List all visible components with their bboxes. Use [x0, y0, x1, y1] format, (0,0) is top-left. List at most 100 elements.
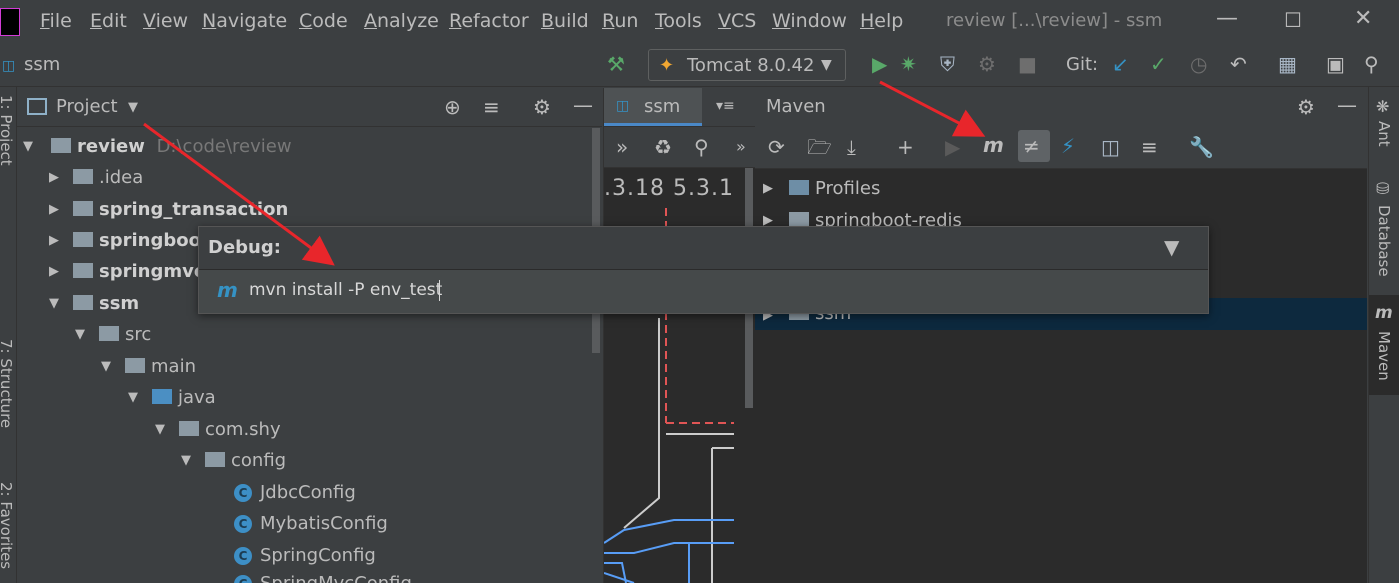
project-breadcrumb[interactable]: ssm — [24, 54, 60, 75]
expanded-arrow-icon: ▼ — [23, 139, 33, 154]
structure-tool-tab[interactable]: 7: Structure — [0, 339, 15, 428]
coverage-icon[interactable]: ⛨ — [940, 53, 955, 75]
gear-icon[interactable]: ⚙ — [1297, 96, 1315, 118]
chevron-down-icon[interactable]: ▼ — [128, 100, 138, 115]
project-view-title[interactable]: Project — [56, 96, 118, 117]
run-icon[interactable]: ▶ — [872, 53, 887, 75]
menu-file[interactable]: File — [40, 10, 72, 32]
debug-run-anything-popup: Debug: ▼ m mvn install -P env_test — [198, 226, 1209, 314]
execute-maven-goal-icon[interactable]: m — [983, 134, 1004, 156]
package-icon — [179, 420, 199, 436]
toggle-offline-button[interactable]: ≠ — [1018, 130, 1050, 162]
skip-tests-icon[interactable]: ⚡ — [1061, 135, 1075, 157]
class-icon: C — [234, 547, 252, 565]
text-cursor — [439, 280, 440, 301]
popup-title: Debug: — [208, 237, 281, 258]
maven-icon: m — [1375, 303, 1393, 323]
stop-icon[interactable]: ■ — [1018, 53, 1037, 75]
expanded-arrow-icon: ▼ — [181, 453, 191, 468]
popup-header: Debug: ▼ — [199, 227, 1208, 270]
download-icon[interactable]: ⤓ — [847, 136, 856, 158]
menu-tools[interactable]: Tools — [655, 10, 702, 32]
build-hammer-icon[interactable]: ⚒ — [607, 53, 625, 75]
hide-panel-icon[interactable]: — — [573, 94, 593, 116]
folder-icon — [73, 262, 93, 278]
maven-toolbar: ⟳ 🗁 ⤓ + ▶ m ≠ ⚡ ◫ ≡ 🔧 — [755, 126, 1367, 169]
find-icon[interactable]: ⚲ — [694, 136, 709, 158]
menu-analyze[interactable]: Analyze — [364, 10, 439, 32]
presentation-icon[interactable]: ▣ — [1326, 53, 1345, 75]
locate-target-icon[interactable]: ⊕ — [444, 96, 461, 118]
folder-icon — [125, 357, 145, 373]
generate-sources-icon[interactable]: 🗁 — [807, 136, 832, 158]
collapse-all-icon[interactable]: ≡ — [483, 96, 500, 118]
folder-icon — [73, 231, 93, 247]
project-view-icon — [27, 98, 47, 115]
project-panel: Project ▼ ⊕ ≡ ⚙ — ▼ review D:\code\revie… — [17, 88, 602, 583]
maven-icon: m — [217, 278, 238, 302]
profile-icon[interactable]: ⚙ — [978, 53, 996, 75]
collapsed-arrow-icon: ▶ — [49, 233, 59, 248]
maven-panel-title: Maven — [766, 96, 826, 117]
ant-tool-tab[interactable]: Ant — [1375, 121, 1393, 147]
git-commit-icon[interactable]: ✓ — [1150, 53, 1167, 75]
menu-refactor[interactable]: Refactor — [449, 10, 529, 32]
tab-list-icon[interactable]: ▾≡ — [716, 98, 735, 114]
menu-help[interactable]: Help — [860, 10, 903, 32]
maven-tool-tab-active[interactable]: m Maven — [1369, 295, 1399, 395]
project-tool-tab[interactable]: 1: Project — [0, 95, 15, 166]
branch-icon[interactable]: ♻ — [654, 136, 672, 158]
tree-row[interactable]: C MybatisConfig — [234, 513, 388, 534]
package-icon — [205, 451, 225, 467]
maven-module-icon — [789, 211, 809, 227]
offline-icon: ≠ — [1023, 134, 1040, 158]
menu-navigate[interactable]: Navigate — [202, 10, 287, 32]
menu-build[interactable]: Build — [541, 10, 589, 32]
maven-panel-header: Maven ⚙ — — [755, 88, 1367, 127]
menu-window[interactable]: Window — [772, 10, 847, 32]
tree-row[interactable]: C SpringConfig — [234, 545, 376, 566]
wrench-icon[interactable]: 🔧 — [1189, 136, 1214, 158]
favorites-tool-tab[interactable]: 2: Favorites — [0, 482, 15, 569]
run-icon[interactable]: ▶ — [945, 136, 960, 158]
maven-tool-tab: Maven — [1375, 331, 1393, 381]
debug-bug-icon[interactable]: ✷ — [900, 53, 917, 75]
reload-icon[interactable]: ⟳ — [768, 136, 785, 158]
collapsed-arrow-icon: ▶ — [49, 264, 59, 279]
menu-vcs[interactable]: VCS — [718, 10, 756, 32]
search-icon[interactable]: ⚲ — [1364, 53, 1379, 75]
gear-icon[interactable]: ⚙ — [533, 96, 551, 118]
show-dependencies-icon[interactable]: ◫ — [1101, 136, 1120, 158]
more-icon[interactable]: » — [736, 136, 746, 158]
version-column: .3.18 5.3.1 — [604, 176, 734, 201]
ant-icon: ❋ — [1376, 97, 1390, 116]
git-history-icon[interactable]: ◷ — [1190, 53, 1207, 75]
maven-panel: Maven ⚙ — ⟳ 🗁 ⤓ + ▶ m ≠ ⚡ ◫ ≡ 🔧 ▶ Profil… — [755, 88, 1367, 583]
menu-code[interactable]: Code — [299, 10, 348, 32]
menu-view[interactable]: View — [143, 10, 188, 32]
tree-row[interactable]: C JdbcConfig — [234, 482, 356, 503]
command-input[interactable]: m mvn install -P env_test — [199, 270, 1208, 313]
minimize-icon[interactable]: — — [1216, 6, 1238, 31]
git-update-icon[interactable]: ↙ — [1112, 53, 1129, 75]
git-rollback-icon[interactable]: ↶ — [1230, 53, 1247, 75]
database-tool-tab[interactable]: Database — [1375, 205, 1393, 277]
menu-edit[interactable]: Edit — [90, 10, 127, 32]
project-structure-icon[interactable]: ▦ — [1278, 53, 1297, 75]
collapse-all-icon[interactable]: ≡ — [1141, 136, 1158, 158]
left-tool-strip: 1: Project 7: Structure 2: Favorites — [0, 87, 17, 583]
collapse-branches-icon[interactable]: » — [616, 136, 628, 158]
filter-icon[interactable]: ▼ — [1164, 235, 1179, 259]
run-config-dropdown[interactable]: ✦ Tomcat 8.0.42 ▼ — [648, 49, 846, 81]
menu-run[interactable]: Run — [602, 10, 638, 32]
folder-icon — [51, 137, 71, 153]
add-icon[interactable]: + — [897, 136, 914, 158]
close-icon[interactable]: ✕ — [1354, 6, 1372, 31]
maximize-icon[interactable]: ☐ — [1284, 8, 1302, 32]
database-icon: ⛁ — [1376, 179, 1390, 198]
tree-row[interactable]: CSpringMvcConfig — [234, 573, 412, 583]
expanded-arrow-icon: ▼ — [155, 422, 165, 437]
git-tab[interactable]: ◫ ssm — [604, 88, 702, 126]
folder-icon — [73, 168, 93, 184]
hide-panel-icon[interactable]: — — [1337, 94, 1357, 116]
